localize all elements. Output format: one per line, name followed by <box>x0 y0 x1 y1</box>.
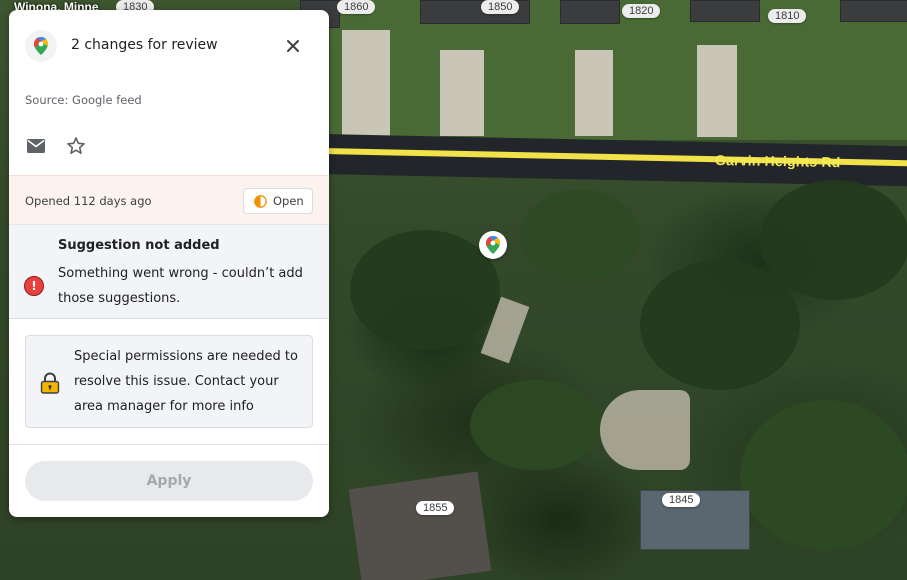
review-panel: 2 changes for review Source: Google feed… <box>9 10 329 517</box>
error-message-box: ! Suggestion not added Something went wr… <box>9 225 329 319</box>
tree-canopy <box>740 400 907 550</box>
house-roof <box>840 0 907 22</box>
driveway-curve <box>600 390 690 470</box>
driveway <box>342 30 390 138</box>
house-roof <box>690 0 760 22</box>
error-text: Something went wrong - couldn’t add thos… <box>58 266 303 306</box>
permissions-text: Special permissions are needed to resolv… <box>74 349 298 414</box>
star-icon[interactable] <box>65 135 87 157</box>
error-title: Suggestion not added <box>58 238 220 253</box>
status-bar: Opened 112 days ago Open <box>9 175 329 225</box>
house-number: 1850 <box>481 0 520 14</box>
panel-header: 2 changes for review <box>9 10 329 84</box>
close-icon[interactable] <box>281 34 305 58</box>
status-open-button[interactable]: Open <box>243 188 313 214</box>
apply-button[interactable]: Apply <box>25 461 313 501</box>
lock-icon <box>40 372 60 398</box>
tree-canopy <box>470 380 600 470</box>
house-roof <box>560 0 620 24</box>
driveway <box>697 45 737 137</box>
tree-canopy <box>640 260 800 390</box>
action-row <box>25 132 87 160</box>
source-label: Source: Google feed <box>25 93 142 107</box>
error-icon: ! <box>24 276 44 296</box>
road-name-label: Garvin Heights Rd <box>714 151 841 171</box>
mail-icon[interactable] <box>25 135 47 157</box>
house-number: 1860 <box>337 0 376 14</box>
google-maps-pin-icon[interactable] <box>479 231 507 259</box>
tree-canopy <box>760 180 907 300</box>
tree-canopy <box>520 190 640 280</box>
divider <box>9 444 329 445</box>
half-circle-status-icon <box>254 194 267 208</box>
status-label: Open <box>273 194 304 208</box>
house-number: 1820 <box>622 4 661 18</box>
house-number: 1810 <box>768 9 807 23</box>
house-roof <box>348 471 492 580</box>
panel-title: 2 changes for review <box>71 37 218 53</box>
driveway <box>440 50 484 136</box>
house-number: 1855 <box>416 501 455 515</box>
tree-canopy <box>350 230 500 350</box>
house-number: 1845 <box>662 493 701 507</box>
permissions-notice: Special permissions are needed to resolv… <box>25 335 313 428</box>
driveway <box>575 50 613 136</box>
google-maps-logo-icon <box>25 30 57 62</box>
opened-time: Opened 112 days ago <box>25 194 152 208</box>
